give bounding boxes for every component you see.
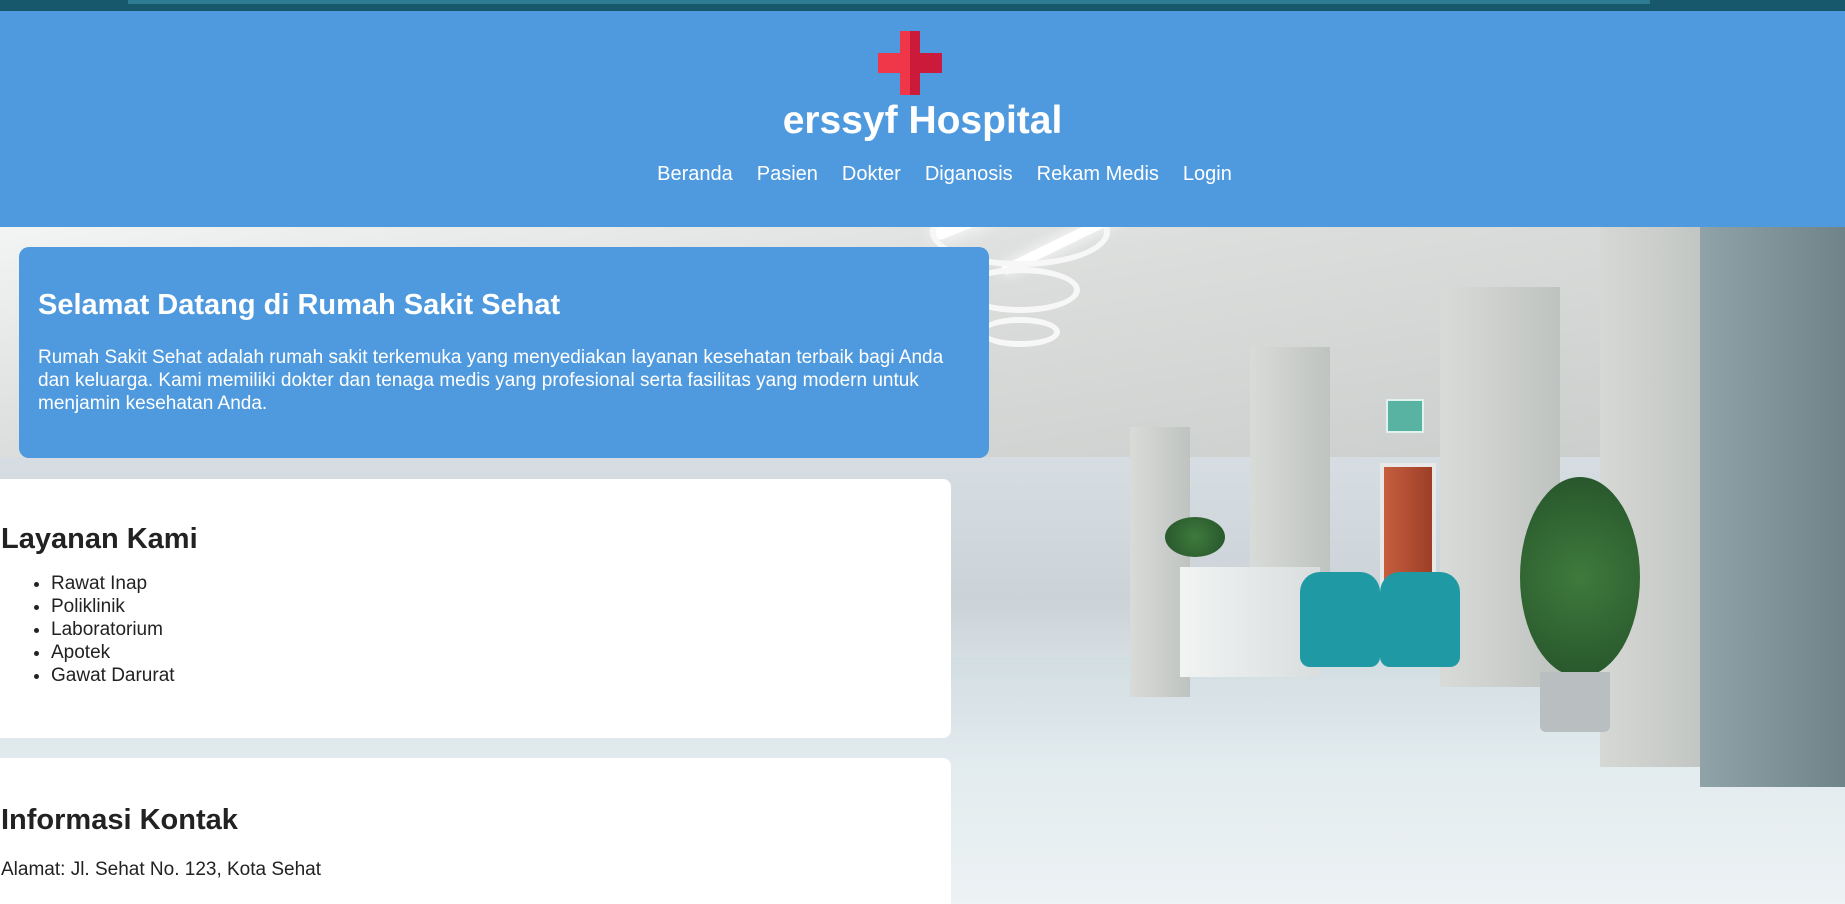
list-item: Apotek (51, 641, 951, 664)
contact-heading: Informasi Kontak (1, 804, 238, 836)
site-title: erssyf Hospital (782, 99, 1063, 142)
nav-rekam-medis[interactable]: Rekam Medis (1037, 163, 1159, 186)
services-heading: Layanan Kami (1, 523, 198, 555)
medical-cross-icon (878, 31, 942, 95)
nav-login[interactable]: Login (1183, 163, 1232, 186)
site-header: erssyf Hospital Beranda Pasien Dokter Di… (0, 11, 1845, 227)
contact-card: Informasi Kontak Alamat: Jl. Sehat No. 1… (0, 758, 951, 904)
contact-address: Alamat: Jl. Sehat No. 123, Kota Sehat (1, 859, 322, 880)
wall-sign (1386, 399, 1424, 433)
services-card: Layanan Kami Rawat Inap Poliklinik Labor… (0, 479, 951, 738)
reception-counter (1180, 567, 1320, 677)
top-bar-accent (128, 0, 1650, 4)
welcome-heading: Selamat Datang di Rumah Sakit Sehat (38, 289, 561, 321)
list-item: Gawat Darurat (51, 664, 951, 687)
waiting-chair (1380, 572, 1460, 667)
nav-diganosis[interactable]: Diganosis (925, 163, 1013, 186)
nav-dokter[interactable]: Dokter (842, 163, 901, 186)
list-item: Rawat Inap (51, 572, 951, 595)
nav-pasien[interactable]: Pasien (757, 163, 818, 186)
plant-pot (1540, 672, 1610, 732)
waiting-chair (1300, 572, 1380, 667)
corridor-wall (1700, 227, 1845, 787)
welcome-banner: Selamat Datang di Rumah Sakit Sehat Ruma… (19, 247, 989, 458)
potted-plant (1165, 517, 1225, 557)
ceiling-ring (980, 317, 1060, 347)
list-item: Laboratorium (51, 618, 951, 641)
top-bar (0, 0, 1845, 11)
welcome-text: Rumah Sakit Sehat adalah rumah sakit ter… (38, 347, 944, 414)
nav-beranda[interactable]: Beranda (657, 163, 733, 186)
main-nav: Beranda Pasien Dokter Diganosis Rekam Me… (0, 163, 1845, 186)
services-list: Rawat Inap Poliklinik Laboratorium Apote… (0, 572, 951, 687)
list-item: Poliklinik (51, 595, 951, 618)
potted-plant (1520, 477, 1640, 677)
